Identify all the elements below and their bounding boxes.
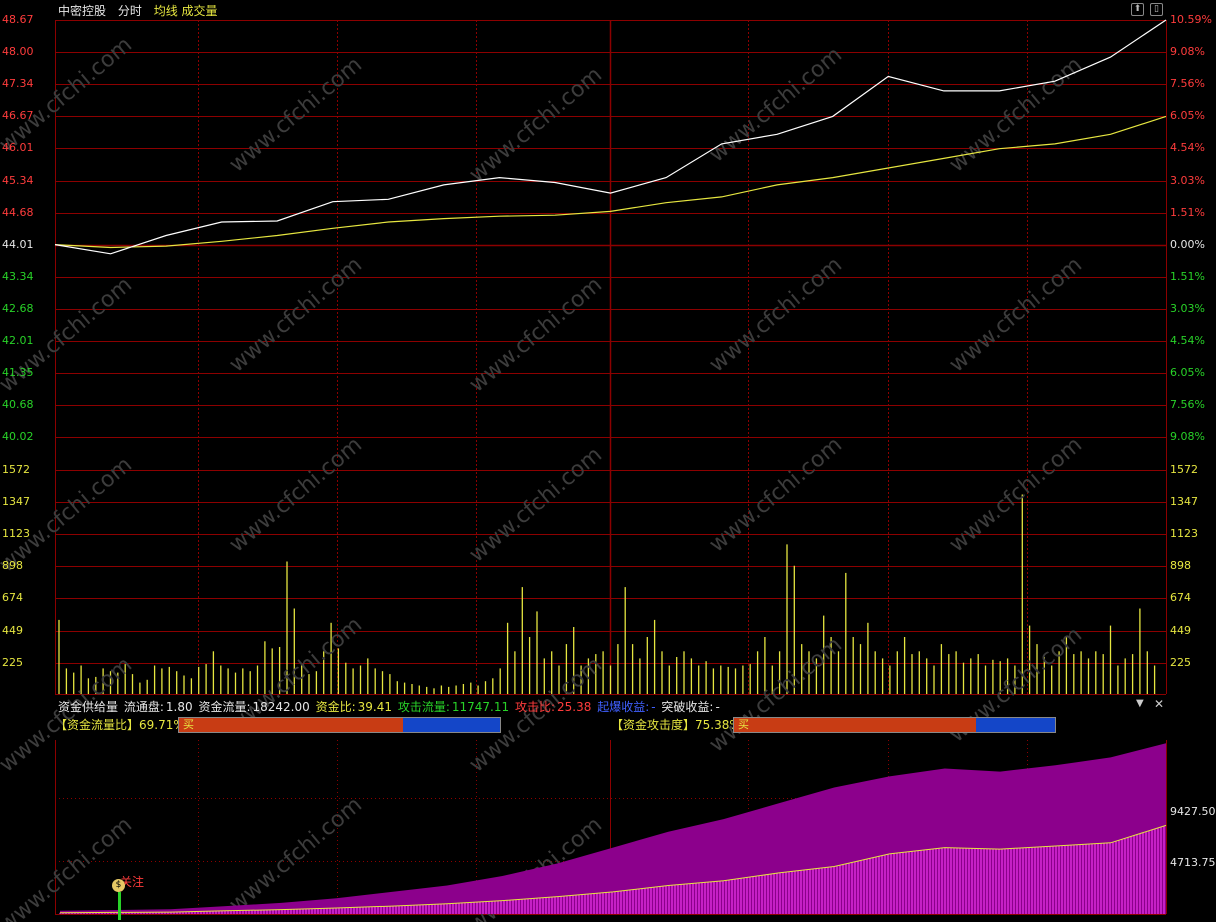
money-bag-glyph: $ [115,880,122,890]
percent-tick: 6.05% [1170,366,1205,379]
watermark-text: www.cfchi.com [465,272,607,397]
flow-ratio-fill [179,718,403,732]
attack-degree-bar: 买 [733,717,1056,733]
watermark-text: www.cfchi.com [945,432,1087,557]
volume-tick: 449 [2,624,23,637]
price-tick: 44.01 [2,238,34,251]
breakout-label: 起爆收益: [597,700,650,714]
percent-tick: 3.03% [1170,302,1205,315]
flow-ratio-value: 69.71 [139,718,174,732]
chart-canvas: www.cfchi.com www.cfchi.com www.cfchi.com w… [0,19,1167,922]
volume-tick: 898 [2,559,23,572]
attack-degree-fill [734,718,976,732]
price-tick: 44.68 [2,206,34,219]
volume-tick: 1572 [1170,463,1198,476]
price-tick: 46.01 [2,141,34,154]
price-tick: 43.34 [2,270,34,283]
percent-tick: 0.00% [1170,238,1205,251]
percent-tick: 10.59% [1170,13,1212,26]
attack-degree-buy: 买 [738,718,749,731]
watermark-text: www.cfchi.com [465,442,607,567]
price-tick: 46.67 [2,109,34,122]
close-icon[interactable]: ✕ [1154,697,1164,711]
volume-tick: 1347 [2,495,30,508]
volume-tick: 225 [2,656,23,669]
dropdown-icon[interactable]: ▼ [1136,698,1144,709]
percent-tick: 7.56% [1170,398,1205,411]
price-tick: 45.34 [2,174,34,187]
price-tick: 40.02 [2,430,34,443]
breakout-value: - [651,700,656,714]
fund-supply-area [60,743,1166,914]
volume-tick: 674 [2,591,23,604]
watermark-text: www.cfchi.com [705,252,847,377]
flow-ratio-rest [402,718,500,732]
break-gain-label: 突破收益: [661,700,714,714]
percent-tick: 4.54% [1170,334,1205,347]
watermark-text: www.cfchi.com [225,52,367,177]
watermark-text: www.cfchi.com [705,632,847,757]
flow-label: 资金流量: [198,700,251,714]
volume-tick: 225 [1170,656,1191,669]
volume-tick: 1347 [1170,495,1198,508]
ratio-label: 资金比: [315,700,356,714]
attack-flow-value: 11747.11 [451,700,510,714]
break-gain-value: - [715,700,720,714]
watermark-text: www.cfchi.com [705,432,847,557]
price-tick: 48.00 [2,45,34,58]
volume-tick: 1123 [2,527,30,540]
attack-degree-rest [975,718,1055,732]
attack-ratio-label: 攻击比: [514,700,555,714]
watermark-text: www.cfchi.com [225,252,367,377]
flow-ratio-bar: 买 [178,717,501,733]
volume-tick: 898 [1170,559,1191,572]
percent-tick: 9.08% [1170,430,1205,443]
signal-bar [118,892,121,920]
percent-tick: 1.51% [1170,206,1205,219]
attack-flow-label: 攻击流量: [397,700,450,714]
percent-tick: 6.05% [1170,109,1205,122]
ratio-value: 39.41 [357,700,392,714]
price-tick: 42.68 [2,302,34,315]
price-tick: 48.67 [2,13,34,26]
money-bag-icon: $ [112,879,125,892]
watermark-text: www.cfchi.com [225,432,367,557]
price-tick: 40.68 [2,398,34,411]
price-tick: 47.34 [2,77,34,90]
volume-tick: 674 [1170,591,1191,604]
attack-ratio-value: 25.38 [557,700,592,714]
volume-tick: 449 [1170,624,1191,637]
indicator-title[interactable]: 资金供给量 [58,700,118,714]
volume-tick: 1123 [1170,527,1198,540]
watermark-text: www.cfchi.com [0,812,137,922]
flow-ratio-buy: 买 [183,718,194,731]
watermark-text: www.cfchi.com [945,252,1087,377]
flow-ratio-text: 【资金流量比】69.71% [55,716,185,733]
indicator-axis-mid: 4713.75 [1170,856,1216,869]
price-tick: 41.35 [2,366,34,379]
float-value: 1.80 [165,700,193,714]
attack-degree-text: 【资金攻击度】75.38% [611,716,741,733]
percent-tick: 4.54% [1170,141,1205,154]
watermark-text: www.cfchi.com [945,52,1087,177]
attack-degree-label: 【资金攻击度】 [611,718,696,732]
float-label: 流通盘: [123,700,164,714]
percent-tick: 7.56% [1170,77,1205,90]
attack-degree-value: 75.38 [695,718,730,732]
percent-tick: 1.51% [1170,270,1205,283]
flow-ratio-label: 【资金流量比】 [55,718,140,732]
volume-tick: 1572 [2,463,30,476]
watermark-text: www.cfchi.com [465,652,607,777]
indicator-info-bar: 资金供给量 流通盘: 1.80 资金流量: 18242.00 资金比: 39.41 攻… [58,698,722,715]
indicator-axis-top: 9427.50 [1170,805,1216,818]
flow-value: 18242.00 [252,700,310,714]
percent-tick: 3.03% [1170,174,1205,187]
watermark-text: www.cfchi.com [465,62,607,187]
percent-tick: 9.08% [1170,45,1205,58]
price-tick: 42.01 [2,334,34,347]
